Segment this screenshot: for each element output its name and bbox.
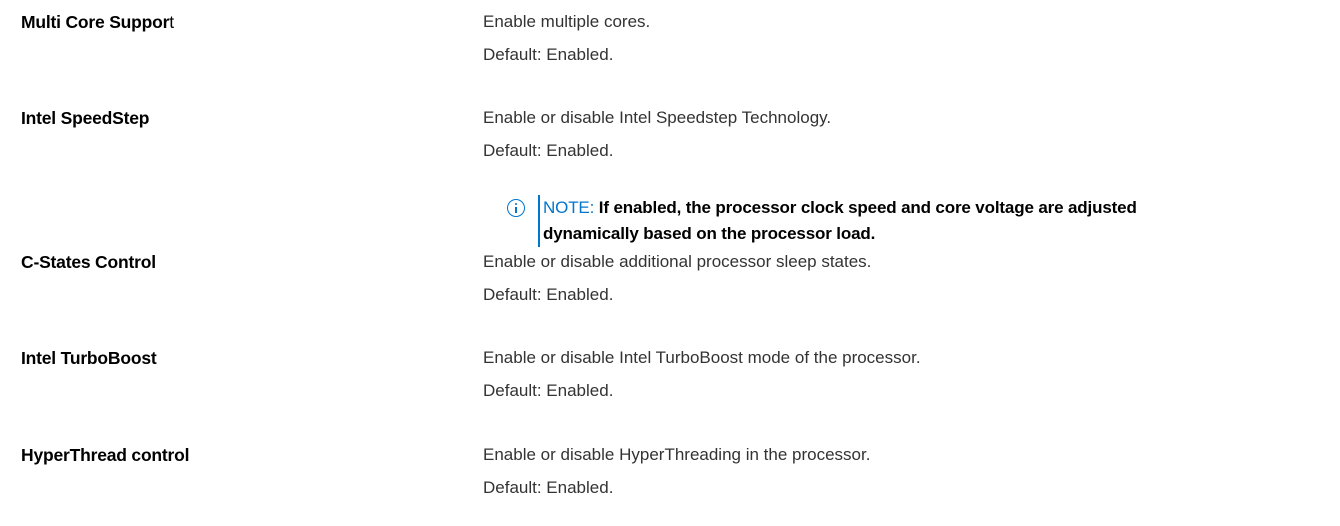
option-name-bold: C-States Control xyxy=(21,252,156,272)
option-description-text: Enable or disable Intel Speedstep Techno… xyxy=(483,108,832,127)
option-name: Intel TurboBoost xyxy=(21,346,157,370)
option-description-text: Enable or disable additional processor s… xyxy=(483,252,872,271)
option-name: C-States Control xyxy=(21,250,156,274)
option-name: Multi Core Support xyxy=(21,10,174,34)
option-name-bold: Multi Core Suppor xyxy=(21,12,170,32)
option-name-bold: Intel TurboBoost xyxy=(21,348,157,368)
note-line-1: If enabled, the processor clock speed an… xyxy=(598,198,1137,217)
option-default-text: Default: Enabled. xyxy=(483,381,614,400)
note-divider xyxy=(538,195,540,247)
option-description: Enable or disable additional processor s… xyxy=(483,250,871,307)
option-name-bold: Intel SpeedStep xyxy=(21,108,150,128)
option-description: Enable or disable Intel TurboBoost mode … xyxy=(483,346,921,403)
note-line-2: dynamically based on the processor load. xyxy=(543,224,876,243)
option-description: Enable or disable Intel Speedstep Techno… xyxy=(483,106,831,163)
option-description: Enable multiple cores. Default: Enabled. xyxy=(483,10,650,67)
option-name: Intel SpeedStep xyxy=(21,106,149,130)
note-text: NOTE: If enabled, the processor clock sp… xyxy=(543,195,1333,247)
info-icon xyxy=(507,199,525,217)
option-name-tail: t xyxy=(169,12,174,32)
option-name: HyperThread control xyxy=(21,443,190,467)
option-name-bold: HyperThread control xyxy=(21,445,190,465)
option-description-text: Enable multiple cores. xyxy=(483,12,651,31)
option-description-text: Enable or disable Intel TurboBoost mode … xyxy=(483,348,921,367)
option-description: Enable or disable HyperThreading in the … xyxy=(483,443,870,500)
option-default-text: Default: Enabled. xyxy=(483,285,614,304)
option-default-text: Default: Enabled. xyxy=(483,45,614,64)
option-default-text: Default: Enabled. xyxy=(483,141,614,160)
option-default-text: Default: Enabled. xyxy=(483,478,614,497)
note-label: NOTE: xyxy=(543,198,595,217)
option-description-text: Enable or disable HyperThreading in the … xyxy=(483,445,871,464)
